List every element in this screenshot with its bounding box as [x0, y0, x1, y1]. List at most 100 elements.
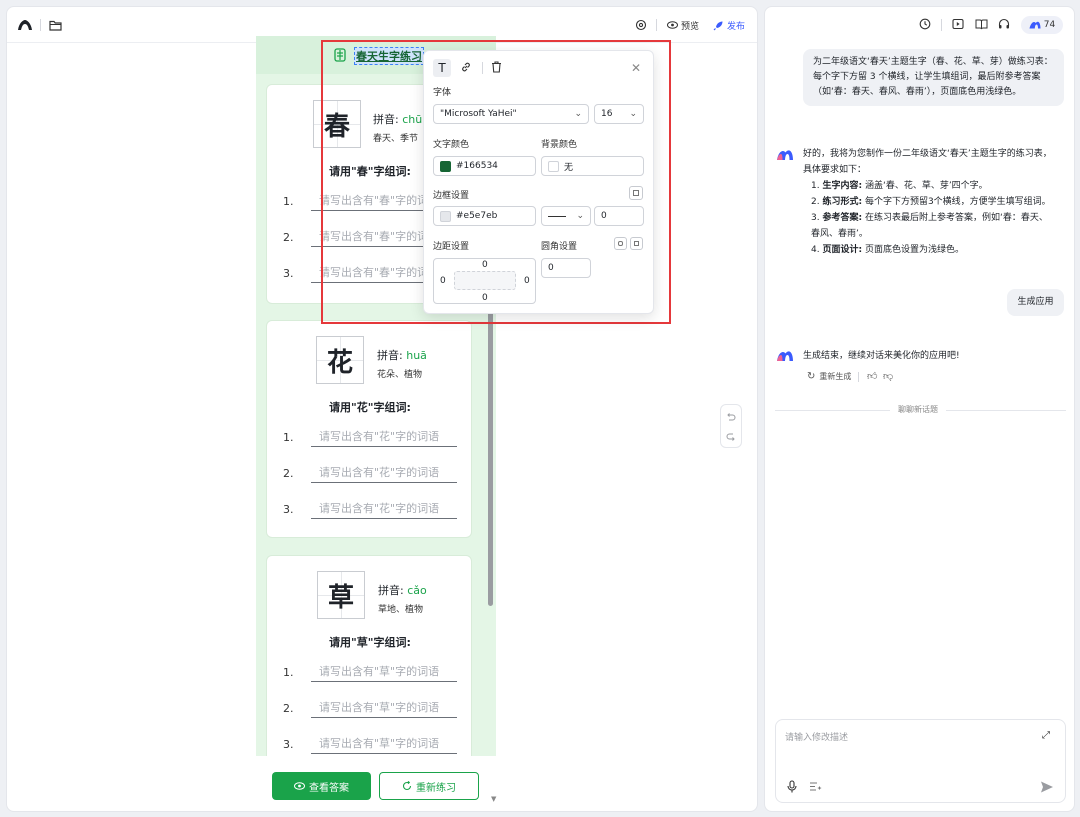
answer-input[interactable]: 请写出含有"草"字的词语: [311, 734, 457, 754]
redo-icon[interactable]: [726, 431, 738, 443]
pinyin-value: huā: [406, 349, 427, 362]
chevron-down-icon: ⌄: [629, 109, 637, 119]
bg-color-swatch: [548, 160, 559, 172]
folder-icon[interactable]: [47, 17, 63, 33]
ai-point: 2. 练习形式: 每个字下方预留3个横线，方便学生填写组词。: [811, 194, 1053, 210]
close-icon[interactable]: ✕: [631, 61, 641, 75]
padding-bottom-input[interactable]: 0: [482, 293, 488, 303]
regenerate-button[interactable]: ↻ 重新生成: [807, 371, 851, 382]
padding-label: 边距设置: [433, 242, 470, 252]
history-icon[interactable]: [919, 18, 933, 32]
border-style-select[interactable]: ⌄: [541, 206, 591, 226]
pinyin-label-text: 拼音:: [377, 349, 403, 362]
preview-button[interactable]: 预览: [667, 17, 699, 33]
border-color-swatch: [440, 210, 451, 222]
brand-logo-icon: [1029, 21, 1041, 29]
answer-input[interactable]: 请写出含有"花"字的词语: [311, 499, 457, 519]
new-topic-button[interactable]: 聊聊新话题: [890, 404, 946, 415]
ai-point-text: 每个字下方预留3个横线，方便学生填写组词。: [864, 197, 1051, 207]
radius-input[interactable]: 0: [541, 258, 591, 278]
headphones-icon[interactable]: [998, 18, 1012, 32]
ai-avatar-icon: [776, 149, 794, 161]
ai-point-title: 生字内容:: [822, 181, 863, 191]
border-color-input[interactable]: #e5e7eb: [433, 206, 536, 226]
toolbar-divider: [656, 19, 657, 31]
refresh-icon: [402, 781, 412, 791]
chat-input[interactable]: 请输入修改描述: [785, 730, 848, 743]
scroll-down-icon[interactable]: ▼: [491, 795, 496, 803]
user-message: 生成应用: [1007, 289, 1064, 316]
char-grid: 草: [317, 571, 365, 619]
example-words: 草地、植物: [378, 605, 424, 615]
radius-corners-icon[interactable]: [630, 237, 643, 250]
padding-right-input[interactable]: 0: [524, 276, 530, 286]
text-style-icon[interactable]: T: [433, 59, 451, 77]
preview-scrollbar[interactable]: [488, 310, 493, 606]
thumbs-down-icon[interactable]: 👎︎: [883, 370, 893, 382]
credits-badge[interactable]: 74: [1021, 16, 1063, 34]
ai-point-num: 3.: [811, 213, 820, 223]
line-number: 3.: [283, 267, 294, 280]
line-number: 2.: [283, 467, 294, 480]
settings-icon[interactable]: [633, 17, 649, 33]
padding-left-input[interactable]: 0: [440, 276, 446, 286]
refresh-icon: ↻: [807, 371, 816, 382]
line-number: 2.: [283, 231, 294, 244]
ai-point-title: 练习形式:: [822, 197, 863, 207]
answer-input[interactable]: 请写出含有"花"字的词语: [311, 427, 457, 447]
border-width-input[interactable]: 0: [594, 206, 644, 226]
publish-label: 发布: [727, 21, 746, 32]
text-color-value: #166534: [456, 161, 498, 171]
bg-color-input[interactable]: 无: [541, 156, 644, 176]
ai-response: 好的，我将为您制作一份二年级语文‘春天’主题生字的练习表，具体要求如下： 1. …: [803, 146, 1053, 258]
expand-icon[interactable]: ⤢: [1042, 730, 1050, 741]
font-size-value: 16: [601, 109, 613, 119]
line-number: 3.: [283, 738, 294, 751]
border-toggle-icon[interactable]: [629, 186, 643, 200]
bg-color-value: 无: [564, 162, 574, 173]
answer-input[interactable]: 请写出含有"草"字的词语: [311, 662, 457, 682]
ai-point: 3. 参考答案: 在练习表最后附上参考答案，例如‘春：春天、春风、春雨’。: [811, 210, 1053, 242]
ai-point-num: 4.: [811, 245, 820, 255]
pinyin-label: 拼音: huā: [377, 347, 427, 363]
text-color-label: 文字颜色: [433, 140, 470, 150]
redo-practice-button[interactable]: 重新练习: [379, 772, 479, 800]
toolbar-divider: [941, 19, 942, 31]
answer-input[interactable]: 请写出含有"花"字的词语: [311, 463, 457, 483]
border-label: 边框设置: [433, 191, 470, 201]
chevron-down-icon: ⌄: [574, 109, 582, 119]
font-family-select[interactable]: "Microsoft YaHei" ⌄: [433, 104, 589, 124]
example-words: 花朵、植物: [377, 370, 423, 380]
preview-label: 预览: [681, 21, 700, 32]
thumbs-up-icon[interactable]: 👍︎: [867, 370, 877, 382]
microphone-icon[interactable]: [787, 780, 799, 794]
credits-count: 74: [1043, 20, 1056, 30]
padding-inner-box: [454, 271, 516, 290]
line-number: 1.: [283, 431, 294, 444]
answer-input[interactable]: 请写出含有"草"字的词语: [311, 698, 457, 718]
ai-done-text: 生成结束，继续对话来美化你的应用吧!: [803, 351, 960, 361]
app-logo-icon: [17, 18, 33, 32]
book-icon[interactable]: [975, 18, 989, 32]
rocket-icon: [713, 21, 723, 30]
radius-uniform-icon[interactable]: [614, 237, 627, 250]
text-color-input[interactable]: #166534: [433, 156, 536, 176]
pinyin-label: 拼音: cǎo: [378, 582, 427, 598]
compose-prompt: 请用"花"字组词:: [329, 401, 411, 414]
link-icon[interactable]: [460, 61, 474, 75]
delete-icon[interactable]: [491, 61, 505, 75]
view-answers-button[interactable]: 查看答案: [272, 772, 371, 800]
eye-icon: [667, 21, 678, 29]
prompt-optimize-icon[interactable]: [809, 781, 822, 793]
bg-color-label: 背景颜色: [541, 140, 578, 150]
ai-avatar-icon: [776, 350, 794, 362]
char-grid: 花: [316, 336, 364, 384]
publish-button[interactable]: 发布: [713, 17, 745, 33]
send-icon[interactable]: [1040, 780, 1056, 796]
popover-divider: [482, 62, 483, 74]
font-size-select[interactable]: 16 ⌄: [594, 104, 644, 124]
video-icon[interactable]: [952, 18, 966, 32]
line-number: 1.: [283, 195, 294, 208]
padding-top-input[interactable]: 0: [482, 260, 488, 270]
undo-icon[interactable]: [726, 411, 738, 423]
